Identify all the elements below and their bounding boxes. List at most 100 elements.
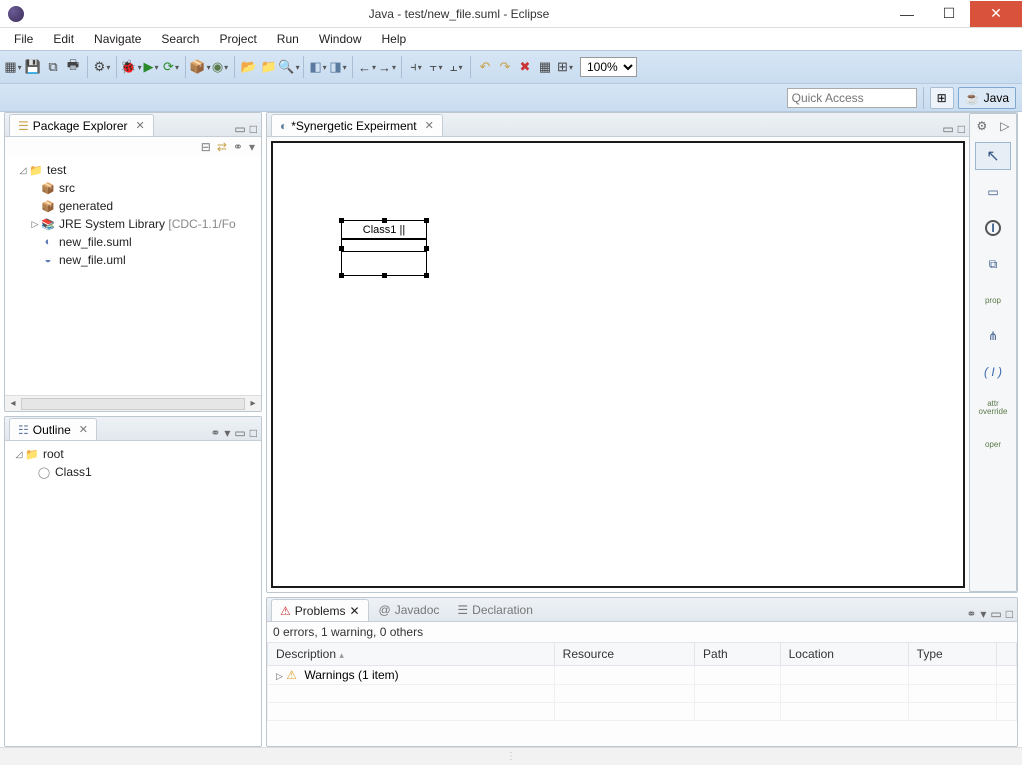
focus-icon[interactable]: ⚭ bbox=[210, 426, 220, 440]
palette-attr-override-tool[interactable]: attr override bbox=[975, 394, 1011, 422]
palette-property-tool[interactable]: prop bbox=[975, 286, 1011, 314]
palette-generalization-tool[interactable]: ⋔ bbox=[975, 322, 1011, 350]
new-package-icon[interactable]: 📦 bbox=[191, 58, 209, 76]
resize-handle-sw[interactable] bbox=[339, 273, 344, 278]
resize-handle-n[interactable] bbox=[382, 218, 387, 223]
minimize-view-icon[interactable]: ▭ bbox=[234, 122, 245, 136]
declaration-tab[interactable]: ☰ Declaration bbox=[449, 599, 540, 621]
problems-tab[interactable]: ⚠ Problems ✕ bbox=[271, 599, 369, 621]
col-type[interactable]: Type bbox=[908, 643, 996, 666]
outline-node-class1[interactable]: ◯ Class1 bbox=[9, 463, 257, 481]
palette-collapse-icon[interactable]: ▷ bbox=[1000, 119, 1009, 133]
view-menu-icon[interactable]: ▾ bbox=[980, 607, 986, 621]
col-path[interactable]: Path bbox=[695, 643, 781, 666]
run-icon[interactable]: ▶ bbox=[142, 58, 160, 76]
expand-twisty-icon[interactable]: ◿ bbox=[17, 165, 29, 176]
close-icon[interactable]: ✕ bbox=[349, 604, 359, 618]
tree-node-generated[interactable]: 📦 generated bbox=[9, 197, 257, 215]
minimize-view-icon[interactable]: ▭ bbox=[990, 607, 1001, 621]
new-type-icon[interactable]: ◉ bbox=[211, 58, 229, 76]
col-resource[interactable]: Resource bbox=[554, 643, 694, 666]
col-location[interactable]: Location bbox=[780, 643, 908, 666]
palette-interface-tool[interactable]: I bbox=[975, 214, 1011, 242]
class-operations-compartment[interactable] bbox=[342, 251, 426, 275]
redo-diagram-icon[interactable]: ↷ bbox=[496, 58, 514, 76]
annotation-next-icon[interactable]: ◨ bbox=[329, 58, 347, 76]
diagram-canvas[interactable]: Class1 || bbox=[271, 141, 965, 588]
undo-diagram-icon[interactable]: ↶ bbox=[476, 58, 494, 76]
resize-handle-e[interactable] bbox=[424, 246, 429, 251]
minimize-button[interactable]: — bbox=[886, 1, 928, 27]
open-perspective-button[interactable]: ⊞ bbox=[930, 87, 954, 109]
package-explorer-tab[interactable]: ☰ Package Explorer ✕ bbox=[9, 114, 154, 136]
search-icon[interactable]: 🔍 bbox=[280, 58, 298, 76]
focus-icon[interactable]: ⚭ bbox=[966, 607, 976, 621]
run-last-icon[interactable]: ⟳ bbox=[162, 58, 180, 76]
maximize-view-icon[interactable]: □ bbox=[250, 426, 257, 440]
delete-icon[interactable]: ✖ bbox=[516, 58, 534, 76]
align-center-icon[interactable]: ⫟ bbox=[427, 58, 445, 76]
link-editor-icon[interactable]: ⇄ bbox=[217, 140, 227, 154]
resize-handle-w[interactable] bbox=[339, 246, 344, 251]
maximize-view-icon[interactable]: □ bbox=[958, 122, 965, 136]
close-icon[interactable]: ✕ bbox=[79, 423, 88, 436]
zoom-select[interactable]: 100% bbox=[580, 57, 637, 77]
close-icon[interactable]: ✕ bbox=[425, 119, 434, 132]
outline-tab[interactable]: ☷ Outline ✕ bbox=[9, 418, 97, 440]
resize-handle-s[interactable] bbox=[382, 273, 387, 278]
tree-node-suml-file[interactable]: ◐ new_file.suml bbox=[9, 233, 257, 251]
scroll-track[interactable] bbox=[21, 398, 245, 410]
editor-tab[interactable]: ◐ *Synergetic Expeirment ✕ bbox=[271, 114, 443, 136]
expand-twisty-icon[interactable]: ▷ bbox=[276, 671, 283, 681]
menu-window[interactable]: Window bbox=[311, 30, 370, 48]
class-name-field[interactable]: Class1 || bbox=[342, 221, 426, 239]
minimize-view-icon[interactable]: ▭ bbox=[234, 426, 245, 440]
expand-twisty-icon[interactable]: ▷ bbox=[29, 219, 41, 230]
maximize-view-icon[interactable]: □ bbox=[250, 122, 257, 136]
menu-run[interactable]: Run bbox=[269, 30, 307, 48]
expand-twisty-icon[interactable]: ◿ bbox=[13, 449, 25, 460]
build-icon[interactable]: ⚙ bbox=[93, 58, 111, 76]
scroll-left-icon[interactable]: ◂ bbox=[5, 398, 21, 409]
table-row[interactable]: ▷ ⚠ Warnings (1 item) bbox=[268, 666, 1017, 685]
palette-realization-tool[interactable]: ( I ) bbox=[975, 358, 1011, 386]
palette-select-tool[interactable]: ↖ bbox=[975, 142, 1011, 170]
collapse-all-icon[interactable]: ⊟ bbox=[201, 140, 211, 154]
filters-icon[interactable]: ⚭ bbox=[233, 140, 243, 154]
class-attributes-compartment[interactable] bbox=[342, 239, 426, 251]
snap-icon[interactable]: ⊞ bbox=[556, 58, 574, 76]
annotation-prev-icon[interactable]: ◧ bbox=[309, 58, 327, 76]
minimize-view-icon[interactable]: ▭ bbox=[942, 122, 953, 136]
view-menu-icon[interactable]: ▾ bbox=[224, 426, 230, 440]
save-icon[interactable]: 💾 bbox=[24, 58, 42, 76]
tree-node-src[interactable]: 📦 src bbox=[9, 179, 257, 197]
scroll-right-icon[interactable]: ▸ bbox=[245, 398, 261, 409]
palette-operation-tool[interactable]: oper bbox=[975, 430, 1011, 458]
quick-access-input[interactable] bbox=[787, 88, 917, 108]
save-all-icon[interactable]: ⧉ bbox=[44, 58, 62, 76]
menu-edit[interactable]: Edit bbox=[45, 30, 82, 48]
resize-handle-se[interactable] bbox=[424, 273, 429, 278]
grid-icon[interactable]: ▦ bbox=[536, 58, 554, 76]
horizontal-scrollbar[interactable]: ◂ ▸ bbox=[5, 395, 261, 411]
palette-association-tool[interactable]: ⧉ bbox=[975, 250, 1011, 278]
menu-search[interactable]: Search bbox=[153, 30, 207, 48]
align-right-icon[interactable]: ⫠ bbox=[447, 58, 465, 76]
forward-icon[interactable]: → bbox=[378, 58, 396, 76]
outline-node-root[interactable]: ◿ 📁 root bbox=[9, 445, 257, 463]
new-wizard-icon[interactable]: ▦ bbox=[4, 58, 22, 76]
menu-navigate[interactable]: Navigate bbox=[86, 30, 149, 48]
print-icon[interactable]: 🖶 bbox=[64, 58, 82, 76]
open-task-icon[interactable]: 📁 bbox=[260, 58, 278, 76]
close-icon[interactable]: ✕ bbox=[135, 119, 144, 132]
tree-node-project[interactable]: ◿ 📁 test bbox=[9, 161, 257, 179]
java-perspective-button[interactable]: ☕ Java bbox=[958, 87, 1016, 109]
tree-node-uml-file[interactable]: ◒ new_file.uml bbox=[9, 251, 257, 269]
resize-handle-nw[interactable] bbox=[339, 218, 344, 223]
palette-class-tool[interactable]: ▭ bbox=[975, 178, 1011, 206]
menu-file[interactable]: File bbox=[6, 30, 41, 48]
debug-icon[interactable]: 🐞 bbox=[122, 58, 140, 76]
col-description[interactable]: Description ▴ bbox=[268, 643, 555, 666]
back-icon[interactable]: ← bbox=[358, 58, 376, 76]
menu-help[interactable]: Help bbox=[374, 30, 415, 48]
